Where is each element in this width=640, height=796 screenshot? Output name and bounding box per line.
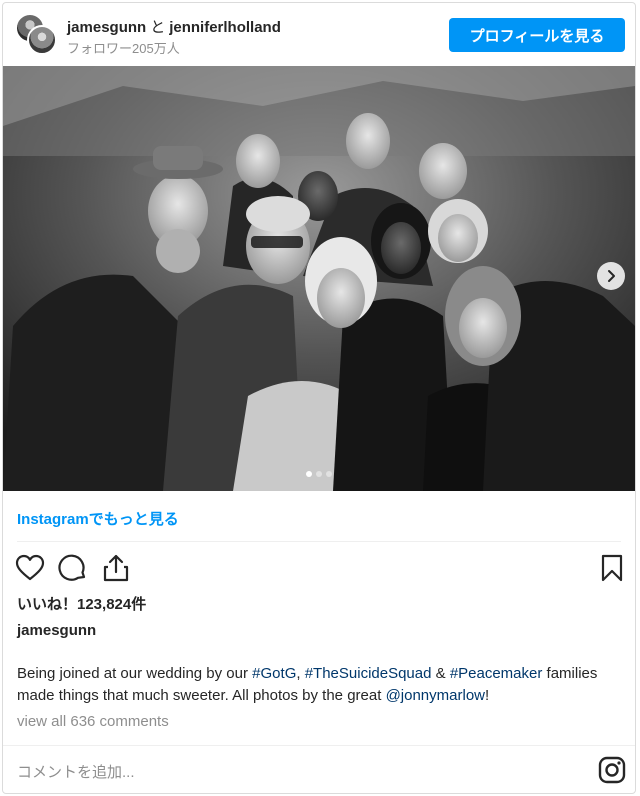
follower-count: フォロワー205万人: [67, 41, 180, 56]
post-author[interactable]: jamesgunn: [17, 622, 96, 639]
avatar-stack[interactable]: [15, 13, 59, 57]
comment-button[interactable]: [58, 553, 88, 583]
save-button[interactable]: [597, 553, 627, 583]
mention-link[interactable]: @jonnymarlow: [386, 687, 485, 704]
caption-text: !: [485, 687, 490, 704]
bookmark-icon: [601, 554, 623, 582]
avatar[interactable]: [27, 25, 57, 55]
comment-icon: [58, 554, 86, 581]
author-link[interactable]: jenniferlholland: [169, 19, 281, 36]
author-names: jamesgunn と jenniferlholland: [67, 16, 281, 37]
carousel-dot: [306, 471, 312, 477]
post-header: jamesgunn と jenniferlholland フォロワー205万人 プロ…: [3, 3, 635, 67]
add-comment-input[interactable]: [17, 760, 557, 784]
view-profile-button[interactable]: プロフィールを見る: [449, 18, 625, 52]
chevron-right-icon: [608, 270, 615, 282]
instagram-embed-card: jamesgunn と jenniferlholland フォロワー205万人 プロ…: [2, 2, 636, 794]
caption-text: ,: [296, 665, 305, 682]
divider: [17, 541, 621, 542]
view-more-on-instagram-link[interactable]: Instagramでもっと見る: [17, 508, 179, 529]
post-photo[interactable]: [3, 66, 635, 491]
instagram-icon: [598, 756, 626, 784]
carousel-indicator: [306, 471, 332, 477]
like-count[interactable]: いいね！123,824件: [17, 593, 146, 614]
view-all-comments-link[interactable]: view all 636 comments: [17, 713, 169, 730]
conjunction: と: [150, 19, 166, 36]
instagram-logo-link[interactable]: [597, 755, 627, 785]
next-photo-button[interactable]: [597, 262, 625, 290]
share-button[interactable]: [101, 553, 131, 583]
like-button[interactable]: [15, 553, 45, 583]
carousel-dot: [326, 471, 332, 477]
hashtag-link[interactable]: #GotG: [252, 665, 296, 682]
caption-text: Being joined at our wedding by our: [17, 665, 253, 682]
heart-icon: [15, 554, 45, 581]
hashtag-link[interactable]: #Peacemaker: [450, 665, 543, 682]
carousel-dot: [316, 471, 322, 477]
action-bar: [3, 551, 635, 587]
post-caption: Being joined at our wedding by our #GotG…: [17, 663, 621, 707]
caption-text: &: [431, 665, 450, 682]
author-link[interactable]: jamesgunn: [67, 19, 146, 36]
share-icon: [103, 554, 129, 582]
divider: [3, 745, 635, 746]
hashtag-link[interactable]: #TheSuicideSquad: [305, 665, 432, 682]
photo-image: [3, 66, 635, 491]
